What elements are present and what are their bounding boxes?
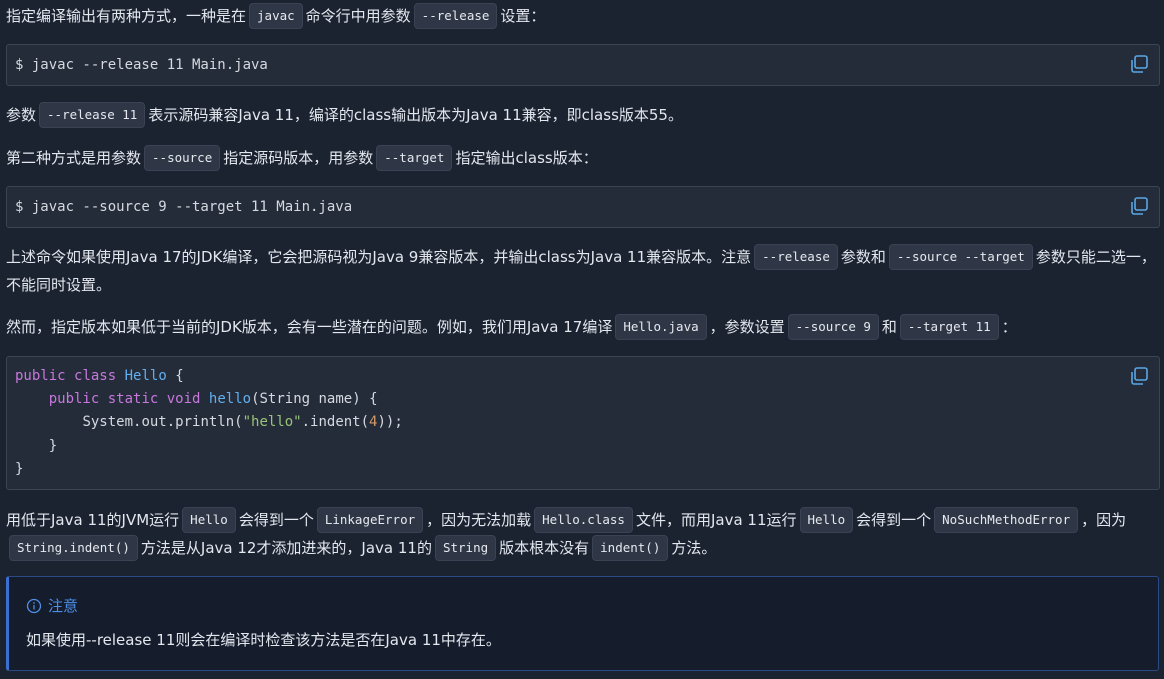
code-line-3: System.out.println("hello".indent(4)); xyxy=(82,414,403,430)
paragraph-2: 参数 --release 11 表示源码兼容Java 11，编译的class输出版本… xyxy=(6,101,1160,129)
inline-code-string: String xyxy=(434,535,497,561)
text: 然而，指定版本如果低于当前的JDK版本，会有一些潜在的问题。例如，我们用Java… xyxy=(6,318,613,336)
inline-code-release-11: --release 11 xyxy=(39,102,146,128)
text: 设置： xyxy=(500,7,546,25)
paragraph-1: 指定编译输出有两种方式，一种是在 javac 命令行中用参数 --release 设置： xyxy=(6,2,1160,30)
text: 上述命令如果使用Java 17的JDK编译，它会把源码视为Java 9兼容版本，… xyxy=(6,248,752,266)
inline-code-source-9: --source 9 xyxy=(787,314,879,340)
inline-code-hello: Hello xyxy=(182,507,236,533)
inline-code-string-indent: String.indent() xyxy=(9,535,138,561)
text: 指定源码版本，用参数 xyxy=(223,149,374,167)
text: 用低于Java 11的JVM运行 xyxy=(6,511,180,529)
code-line: $ javac --release 11 Main.java xyxy=(15,57,268,73)
paragraph-6: 用低于Java 11的JVM运行 Hello 会得到一个 LinkageError ，因… xyxy=(6,506,1160,562)
text: 方法。 xyxy=(671,539,717,557)
text: 方法是从Java 12才添加进来的，Java 11的 xyxy=(140,539,432,557)
code-line: $ javac --source 9 --target 11 Main.java xyxy=(15,199,353,215)
inline-code-hello-class: Hello.class xyxy=(534,507,633,533)
inline-code-indent: indent() xyxy=(592,535,669,561)
text: 参数 xyxy=(6,106,37,124)
text: 表示源码兼容Java 11，编译的class输出版本为Java 11兼容，即cl… xyxy=(148,106,683,124)
text: ： xyxy=(1001,318,1017,336)
copy-icon[interactable] xyxy=(1129,54,1149,74)
inline-code-release: --release xyxy=(413,3,498,29)
inline-code-hello-java: Hello.java xyxy=(615,314,707,340)
code-line-2: public static void hello(String name) { xyxy=(48,391,378,407)
inline-code-target: --target xyxy=(376,145,453,171)
inline-code-linkage-error: LinkageError xyxy=(316,507,424,533)
text: 参数和 xyxy=(840,248,886,266)
callout-title-text: 注意 xyxy=(48,597,79,615)
paragraph-5: 然而，指定版本如果低于当前的JDK版本，会有一些潜在的问题。例如，我们用Java… xyxy=(6,313,1160,341)
text: ，参数设置 xyxy=(709,318,785,336)
inline-code-source-target: --source --target xyxy=(888,244,1033,270)
inline-code-source: --source xyxy=(144,145,221,171)
text: 版本根本没有 xyxy=(499,539,590,557)
inline-code-release: --release xyxy=(754,244,838,270)
text: ，因为无法加载 xyxy=(426,511,532,529)
callout-title: 注意 xyxy=(26,595,78,616)
inline-code-javac: javac xyxy=(249,3,303,29)
code-block-hello-class: public class Hello { public static void … xyxy=(6,356,1160,490)
text: ，因为 xyxy=(1081,511,1127,529)
text: 指定输出class版本： xyxy=(455,149,598,167)
text: 指定编译输出有两种方式，一种是在 xyxy=(6,7,247,25)
note-callout: 注意 如果使用--release 11则会在编译时检查该方法是否在Java 11… xyxy=(6,576,1159,671)
text: 会得到一个 xyxy=(238,511,314,529)
copy-icon[interactable] xyxy=(1129,196,1149,216)
code-block-release: $ javac --release 11 Main.java xyxy=(6,44,1160,86)
inline-code-no-such-method-error: NoSuchMethodError xyxy=(934,507,1079,533)
code-line-5: } xyxy=(15,461,24,477)
text: 会得到一个 xyxy=(856,511,932,529)
callout-body: 如果使用--release 11则会在编译时检查该方法是否在Java 11中存在… xyxy=(26,631,501,649)
code-line-4: } xyxy=(48,438,58,454)
inline-code-hello: Hello xyxy=(799,507,854,533)
copy-icon[interactable] xyxy=(1129,366,1149,386)
inline-code-target-11: --target 11 xyxy=(899,314,999,340)
code-block-source-target: $ javac --source 9 --target 11 Main.java xyxy=(6,186,1160,228)
text: 和 xyxy=(881,318,897,336)
text: 文件，而用Java 11运行 xyxy=(635,511,797,529)
code-line-1: public class Hello { xyxy=(15,368,184,384)
text: 第二种方式是用参数 xyxy=(6,149,142,167)
text: 命令行中用参数 xyxy=(305,7,411,25)
paragraph-4: 上述命令如果使用Java 17的JDK编译，它会把源码视为Java 9兼容版本，… xyxy=(6,243,1160,299)
paragraph-3: 第二种方式是用参数 --source 指定源码版本，用参数 --target 指定输出c… xyxy=(6,144,1160,172)
info-icon xyxy=(26,598,42,613)
